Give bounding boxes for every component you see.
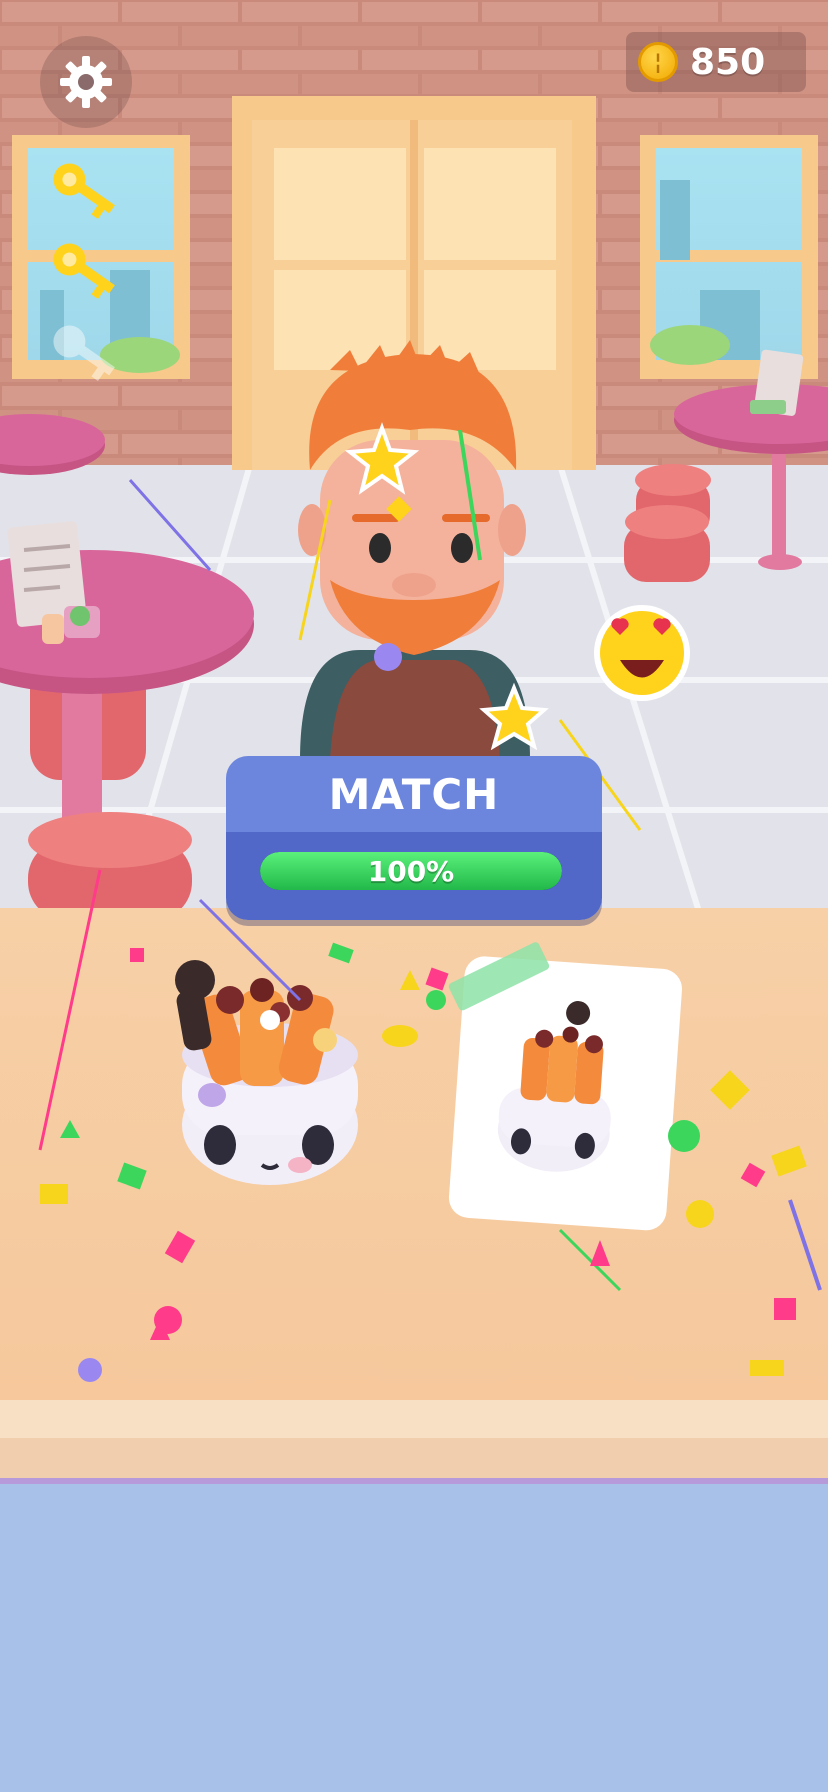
match-panel: MATCH 100% <box>226 756 602 920</box>
left-window <box>12 135 190 379</box>
match-title: MATCH <box>328 769 500 819</box>
match-progress-bar: 100% <box>260 852 562 890</box>
customer-character <box>298 340 530 760</box>
counter-edge <box>0 1400 828 1438</box>
match-percent: 100% <box>367 854 455 888</box>
coin-counter: ¦ 850 <box>626 32 806 92</box>
coin-count: 850 <box>690 41 766 83</box>
recipe-card <box>448 942 683 1231</box>
gear-icon <box>60 56 112 108</box>
right-window <box>640 135 818 379</box>
coin-icon: ¦ <box>638 42 678 82</box>
settings-button[interactable] <box>40 36 132 128</box>
heart-eyes-emoji <box>594 605 690 701</box>
